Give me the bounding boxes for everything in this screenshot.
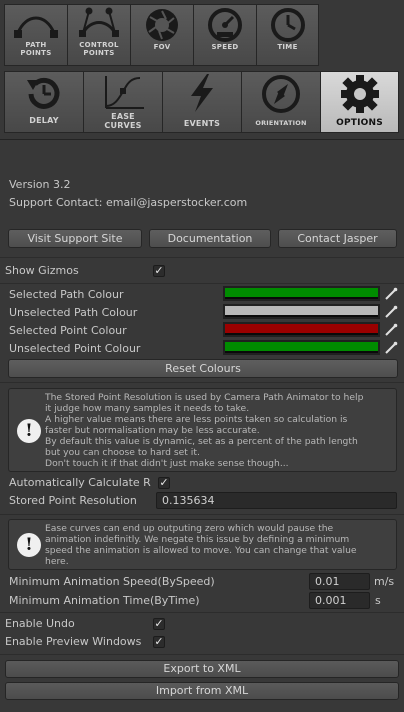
resolution-help-box: ! The Stored Point Resolution is used by… xyxy=(8,388,397,472)
stored-point-resolution-label: Stored Point Resolution xyxy=(9,494,137,507)
alpha-bar xyxy=(225,351,378,353)
help-line: it judge how many samples it needs to ta… xyxy=(45,403,250,414)
selected-path-colour-label: Selected Path Colour xyxy=(9,288,124,301)
time-label: TIME xyxy=(277,43,298,51)
help-line: Don't touch it if that didn't just make … xyxy=(45,458,289,469)
show-gizmos-checkbox[interactable]: ✓ xyxy=(153,265,165,277)
options-button[interactable]: OPTIONS xyxy=(320,71,399,133)
divider xyxy=(0,257,404,258)
min-speed-label: Minimum Animation Speed(BySpeed) xyxy=(9,575,215,588)
info-icon: ! xyxy=(17,419,41,443)
help-line: faster but normalisation may be less acc… xyxy=(45,425,260,436)
contact-jasper-button[interactable]: Contact Jasper xyxy=(278,229,397,248)
delay-button[interactable]: DELAY xyxy=(4,71,83,133)
help-line: A higher value means there are less poin… xyxy=(45,414,348,425)
export-xml-button[interactable]: Export to XML xyxy=(5,660,399,678)
selected-point-colour-label: Selected Point Colour xyxy=(9,324,127,337)
stored-point-resolution-field[interactable]: 0.135634 xyxy=(156,492,397,509)
speedometer-icon xyxy=(208,8,242,42)
version-text: Version 3.2 xyxy=(9,178,71,191)
enable-undo-label: Enable Undo xyxy=(5,617,75,630)
ease-curves-icon xyxy=(105,76,144,109)
eyedropper-icon[interactable] xyxy=(384,287,398,301)
selected-point-colour-swatch[interactable] xyxy=(223,322,380,337)
control-points-label: CONTROL POINTS xyxy=(79,41,119,57)
options-label: OPTIONS xyxy=(336,118,383,128)
help-line: here. xyxy=(45,556,69,567)
visit-support-button[interactable]: Visit Support Site xyxy=(8,229,142,248)
help-line: but you can choose to hard set it. xyxy=(45,447,200,458)
control-points-icon xyxy=(79,7,119,37)
control-points-button[interactable]: CONTROL POINTS xyxy=(67,4,130,66)
enable-undo-checkbox[interactable]: ✓ xyxy=(153,618,165,630)
path-points-label: PATH POINTS xyxy=(20,41,52,57)
min-speed-unit: m/s xyxy=(374,575,395,588)
orientation-button[interactable]: ORIENTATION xyxy=(241,71,320,133)
speed-button[interactable]: SPEED xyxy=(193,4,256,66)
min-time-unit: s xyxy=(375,594,381,607)
divider xyxy=(0,139,404,140)
alpha-bar xyxy=(225,297,378,299)
fov-label: FOV xyxy=(153,43,171,51)
divider xyxy=(0,382,404,383)
clock-icon xyxy=(270,8,305,42)
auto-calculate-label: Automatically Calculate R xyxy=(9,476,151,489)
path-points-icon xyxy=(14,16,58,38)
help-line: animation indefinitly. We negate this is… xyxy=(45,534,350,545)
eyedropper-icon[interactable] xyxy=(384,305,398,319)
eyedropper-icon[interactable] xyxy=(384,323,398,337)
ease-help-box: ! Ease curves can end up outputing zero … xyxy=(8,519,397,570)
reset-colours-button[interactable]: Reset Colours xyxy=(8,359,398,378)
orientation-label: ORIENTATION xyxy=(255,119,307,127)
info-icon: ! xyxy=(17,533,41,557)
help-line: speed the animation is allowed to move. … xyxy=(45,545,357,556)
aperture-icon xyxy=(146,9,178,41)
toolbar-bottom: DELAY EASE CURVES EVENTS ORIENTATION OPT… xyxy=(4,71,399,133)
events-label: EVENTS xyxy=(183,119,221,128)
delay-label: DELAY xyxy=(29,116,59,125)
unselected-path-colour-label: Unselected Path Colour xyxy=(9,306,138,319)
enable-preview-label: Enable Preview Windows xyxy=(5,635,142,648)
unselected-point-colour-swatch[interactable] xyxy=(223,340,380,355)
alpha-bar xyxy=(225,315,378,317)
help-line: Ease curves can end up outputing zero wh… xyxy=(45,523,334,534)
ease-curves-label: EASE CURVES xyxy=(104,112,142,130)
toolbar-top: PATH POINTS CONTROL POINTS FOV SPEED TIM… xyxy=(4,4,319,66)
help-line: By default this value is dynamic, set as… xyxy=(45,436,358,447)
unselected-point-colour-label: Unselected Point Colour xyxy=(9,342,141,355)
divider xyxy=(0,612,404,613)
ease-curves-button[interactable]: EASE CURVES xyxy=(83,71,162,133)
delay-icon xyxy=(27,77,60,109)
min-time-field[interactable]: 0.001 xyxy=(309,592,370,609)
auto-calculate-checkbox[interactable]: ✓ xyxy=(158,477,170,489)
divider xyxy=(0,654,404,655)
import-xml-button[interactable]: Import from XML xyxy=(5,682,399,700)
min-speed-field[interactable]: 0.01 xyxy=(309,573,370,590)
unselected-path-colour-swatch[interactable] xyxy=(223,304,380,319)
support-contact-text: Support Contact: email@jasperstocker.com xyxy=(9,196,248,209)
alpha-bar xyxy=(225,333,378,335)
time-button[interactable]: TIME xyxy=(256,4,319,66)
speed-label: SPEED xyxy=(211,43,239,51)
fov-button[interactable]: FOV xyxy=(130,4,193,66)
show-gizmos-label: Show Gizmos xyxy=(5,264,79,277)
eyedropper-icon[interactable] xyxy=(384,341,398,355)
selected-path-colour-swatch[interactable] xyxy=(223,286,380,301)
events-button[interactable]: EVENTS xyxy=(162,71,241,133)
min-time-label: Minimum Animation Time(ByTime) xyxy=(9,594,200,607)
path-points-button[interactable]: PATH POINTS xyxy=(4,4,67,66)
divider xyxy=(0,514,404,515)
lightning-icon xyxy=(191,74,213,112)
help-line: The Stored Point Resolution is used by C… xyxy=(45,392,364,403)
gear-icon xyxy=(340,75,379,113)
compass-icon xyxy=(262,75,300,113)
divider xyxy=(0,283,404,284)
documentation-button[interactable]: Documentation xyxy=(149,229,271,248)
enable-preview-checkbox[interactable]: ✓ xyxy=(153,636,165,648)
